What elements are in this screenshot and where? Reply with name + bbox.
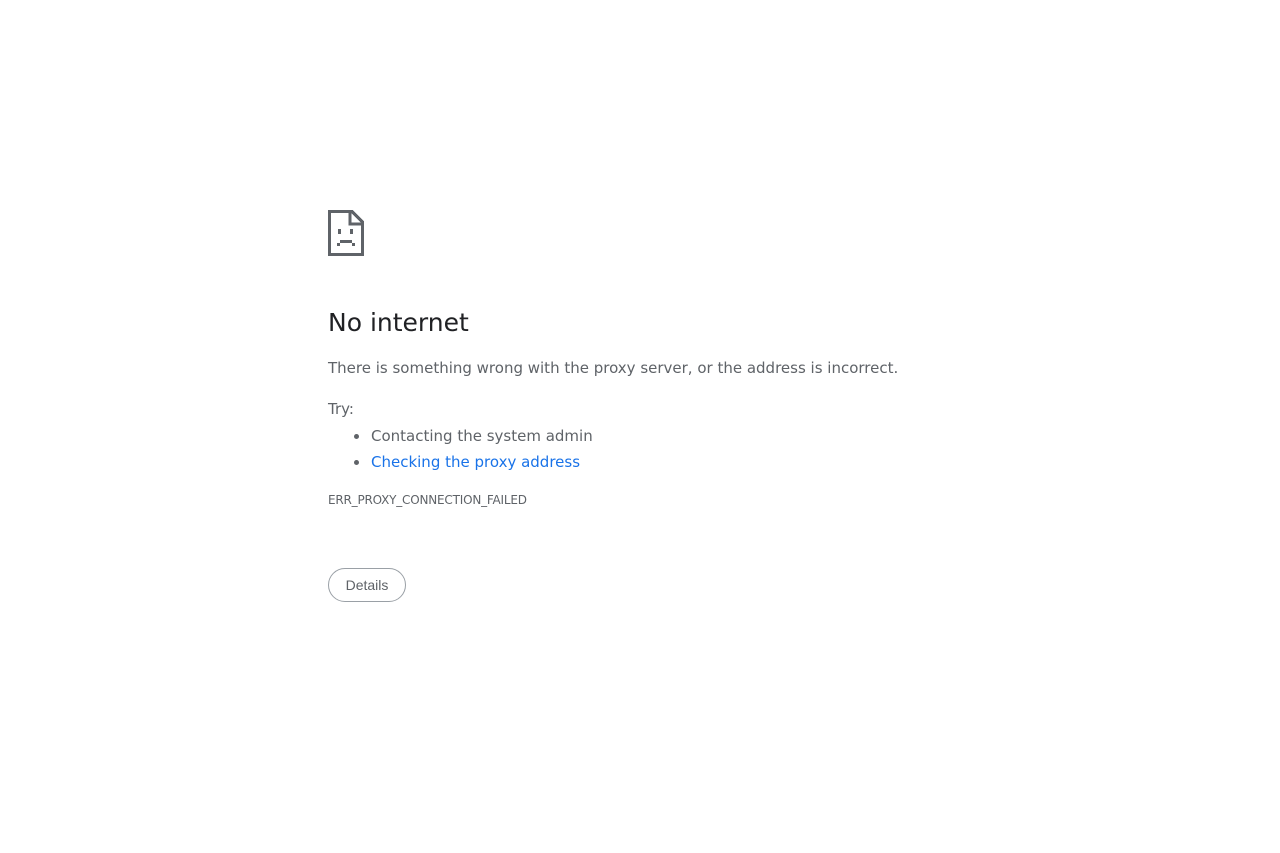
error-summary: There is something wrong with the proxy … <box>328 359 899 377</box>
error-page: No internet There is something wrong wit… <box>0 0 1280 853</box>
error-title: No internet <box>328 308 469 337</box>
error-content: No internet There is something wrong wit… <box>328 210 968 602</box>
sad-page-icon <box>328 210 364 256</box>
suggestions-list: Contacting the system admin Checking the… <box>328 423 968 475</box>
check-proxy-link[interactable]: Checking the proxy address <box>371 453 580 471</box>
details-button[interactable]: Details <box>328 568 406 602</box>
suggestion-item: Checking the proxy address <box>352 449 968 475</box>
suggestion-contact-admin: Contacting the system admin <box>371 427 593 445</box>
error-code: ERR_PROXY_CONNECTION_FAILED <box>328 493 527 507</box>
try-label: Try: <box>328 400 354 418</box>
suggestion-item: Contacting the system admin <box>352 423 968 449</box>
